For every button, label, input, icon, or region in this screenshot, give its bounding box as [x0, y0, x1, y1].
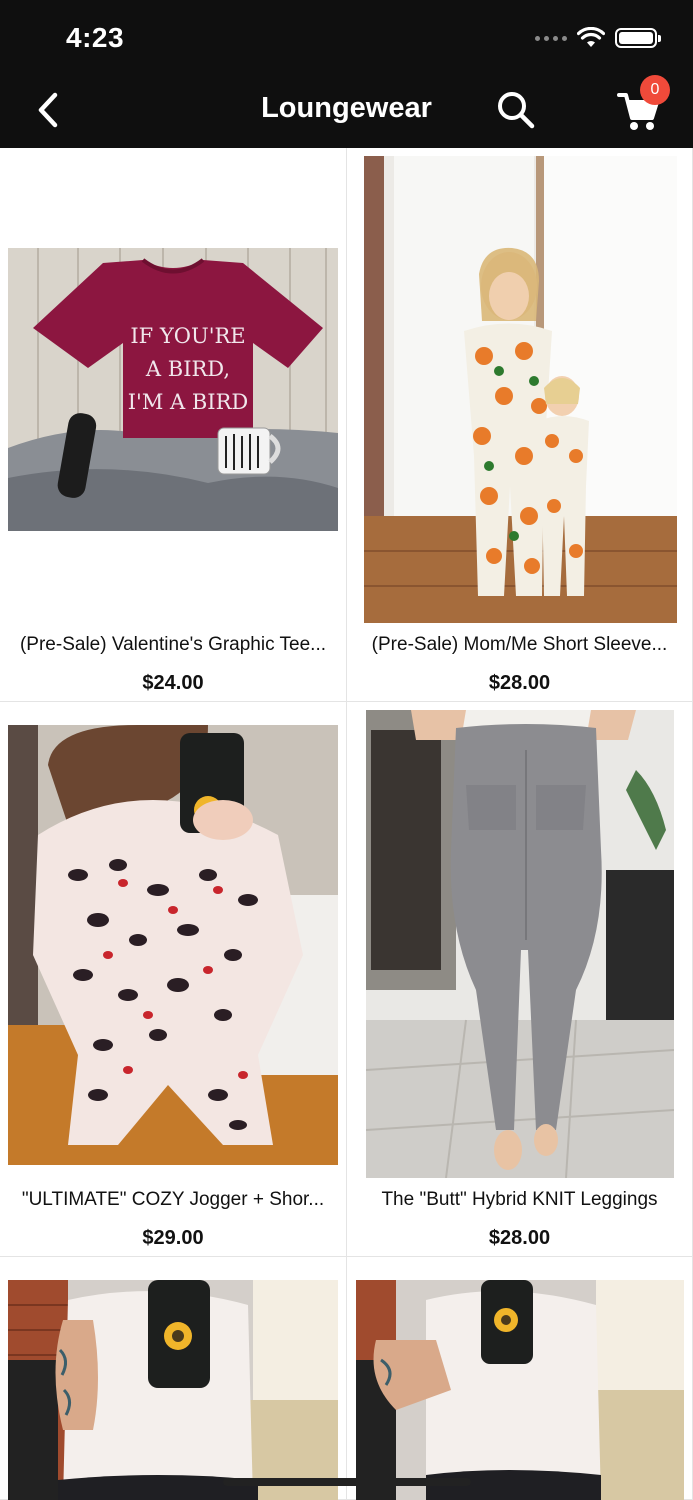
- cellular-signal-icon: [535, 35, 567, 41]
- battery-icon: [615, 28, 661, 48]
- product-title[interactable]: "ULTIMATE" COZY Jogger + Shor...: [0, 1189, 346, 1211]
- page-title: Loungewear: [261, 92, 432, 124]
- product-image: [366, 710, 674, 1178]
- product-image: IF YOU'RE A BIRD, I'M A BIRD: [8, 248, 338, 531]
- home-indicator[interactable]: [223, 1478, 471, 1486]
- product-price: $28.00: [488, 1227, 551, 1249]
- tee-graphic-text: IF YOU'RE: [130, 324, 245, 348]
- product-grid: IF YOU'RE A BIRD, I'M A BIRD (Pre-Sale) …: [0, 148, 693, 1500]
- status-time: 4:23: [66, 22, 125, 53]
- cart-count-badge: 0: [640, 75, 670, 105]
- search-icon: [498, 92, 535, 129]
- svg-text:A BIRD,: A BIRD,: [145, 357, 230, 381]
- product-title[interactable]: The "Butt" Hybrid KNIT Leggings: [347, 1189, 692, 1211]
- svg-text:I'M A BIRD: I'M A BIRD: [128, 390, 248, 414]
- product-card[interactable]: [0, 1257, 347, 1500]
- product-price: $28.00: [488, 672, 551, 694]
- product-price: $24.00: [142, 672, 204, 694]
- product-card[interactable]: IF YOU'RE A BIRD, I'M A BIRD (Pre-Sale) …: [0, 148, 347, 702]
- product-title[interactable]: (Pre-Sale) Mom/Me Short Sleeve...: [347, 634, 692, 656]
- search-button[interactable]: [494, 88, 538, 132]
- product-title[interactable]: (Pre-Sale) Valentine's Graphic Tee...: [0, 634, 346, 656]
- top-bar: 4:23 Loungewear 0: [0, 0, 693, 148]
- product-card[interactable]: The "Butt" Hybrid KNIT Leggings $28.00: [347, 702, 693, 1257]
- status-icons: [535, 26, 661, 50]
- product-price: $29.00: [142, 1227, 204, 1249]
- wifi-icon: [577, 27, 605, 47]
- product-card[interactable]: (Pre-Sale) Mom/Me Short Sleeve... $28.00: [347, 148, 693, 702]
- product-card[interactable]: "ULTIMATE" COZY Jogger + Shor... $29.00: [0, 702, 347, 1257]
- product-image: [8, 725, 338, 1165]
- product-image: [8, 1280, 338, 1500]
- product-image: [356, 1280, 684, 1500]
- product-card[interactable]: [347, 1257, 693, 1500]
- product-image: [364, 156, 677, 623]
